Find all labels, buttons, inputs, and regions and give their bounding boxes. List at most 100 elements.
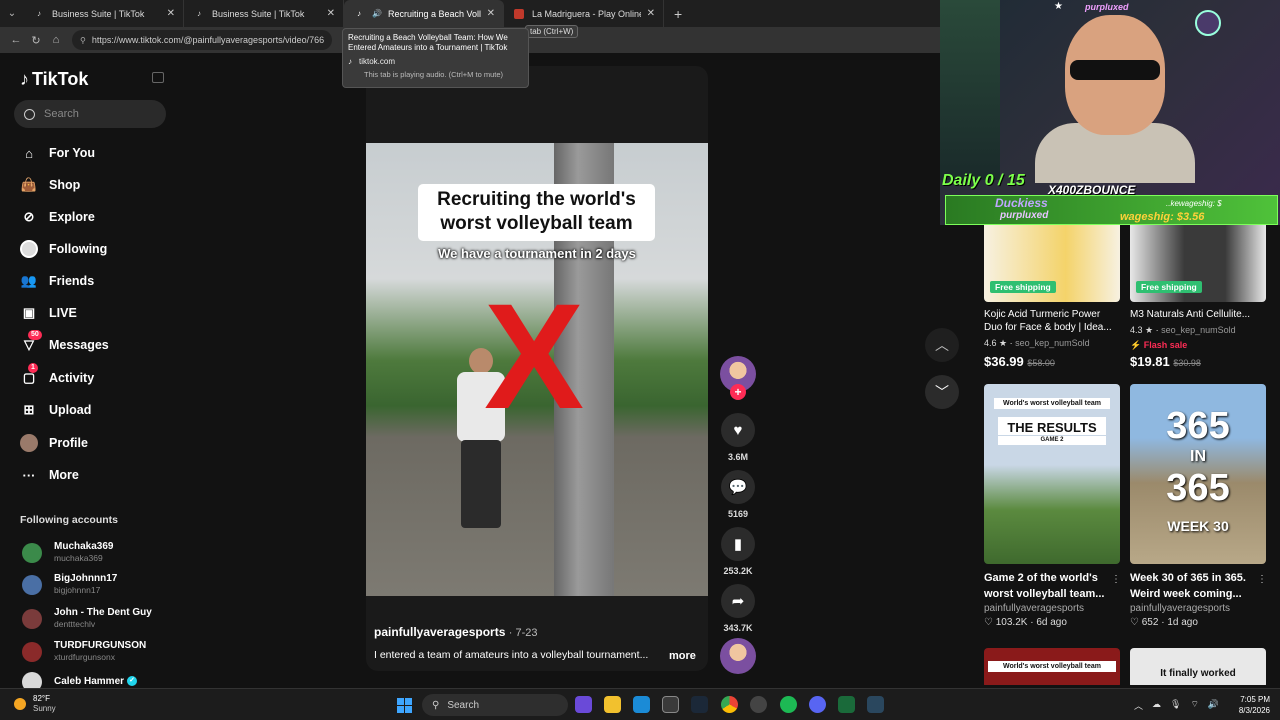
main-feed: X Recruiting the world's worst volleybal… (185, 53, 971, 685)
alert-name-2: purpluxed (1000, 210, 1049, 221)
tab-bar: ⌄ ♪ Business Suite | TikTok ✕ ♪ Business… (0, 0, 940, 27)
next-video-button[interactable]: ﹀ (925, 375, 959, 409)
account-item[interactable]: BigJohnnn17 bigjohnnn17 (22, 573, 117, 596)
nav-more[interactable]: ··· More (20, 465, 79, 485)
temperature: 82°F (33, 694, 50, 703)
tab-la-madriguera[interactable]: La Madriguera - Play Online With ✕ (504, 0, 664, 27)
video-thumbnail[interactable]: It finally worked (1130, 648, 1266, 685)
steam-2-icon[interactable] (867, 696, 884, 713)
alert-amount: wageshig: $3.56 (1120, 211, 1205, 223)
windows-start-icon[interactable] (397, 698, 412, 713)
search-input[interactable]: Search (14, 100, 166, 128)
back-icon[interactable]: ← (6, 34, 26, 46)
sound-avatar[interactable] (720, 638, 756, 674)
site-info-icon[interactable]: ⚲ (80, 36, 86, 45)
product-card[interactable]: Free shipping M3 Naturals Anti Cellulite… (1130, 210, 1266, 369)
account-name: John - The Dent Guy (54, 607, 152, 618)
nav-friends[interactable]: 👥 Friends (20, 271, 94, 291)
close-tab-icon[interactable]: ✕ (327, 8, 335, 19)
comment-icon: 💬 (721, 470, 755, 504)
nav-messages[interactable]: ▽ 50 Messages (20, 330, 109, 355)
new-tab-icon[interactable]: + (674, 6, 682, 22)
tab-list-dropdown-icon[interactable]: ⌄ (0, 8, 24, 19)
obs-icon[interactable] (750, 696, 767, 713)
tab-recruiting-volleyball[interactable]: ♪ 🔊 Recruiting a Beach Volleyball ✕ (344, 0, 504, 27)
xbox-icon[interactable] (838, 696, 855, 713)
search-icon (24, 108, 35, 120)
nav-live[interactable]: ▣ LIVE (20, 303, 77, 323)
video-age: 6d ago (1036, 617, 1067, 628)
nav-profile[interactable]: Profile (20, 433, 88, 453)
home-icon[interactable]: ⌂ (46, 34, 66, 46)
file-explorer-icon[interactable] (604, 696, 621, 713)
hover-card-domain: ♪ tiktok.com (348, 57, 523, 66)
profile-avatar-icon (20, 434, 38, 452)
nav-activity[interactable]: ▢ 1 Activity (20, 363, 94, 388)
share-button[interactable]: ➦ 343.7K (720, 584, 756, 633)
reload-icon[interactable]: ↻ (26, 34, 46, 47)
account-item[interactable]: TURDFURGUNSON xturdfurgunsonx (22, 640, 146, 663)
store-icon[interactable] (662, 696, 679, 713)
taskbar-search[interactable]: ⚲ Search (422, 694, 568, 716)
spotify-icon[interactable] (780, 696, 797, 713)
more-options-icon[interactable]: ⋮ (1257, 574, 1267, 585)
close-hint-text: tab (Ctrl+W) (530, 27, 574, 36)
video-card[interactable]: World's worst volleyball team THE RESULT… (984, 384, 1120, 628)
close-tab-icon[interactable]: ✕ (487, 8, 495, 19)
copilot-icon[interactable] (575, 696, 592, 713)
account-handle: bigjohnnn17 (54, 585, 101, 595)
chevron-up-icon[interactable]: ︿ (1134, 699, 1143, 712)
tab-business-suite-2[interactable]: ♪ Business Suite | TikTok ✕ (184, 0, 344, 27)
clock[interactable]: 7:05 PM 8/3/2026 (1232, 694, 1270, 716)
nav-following[interactable]: Following (20, 239, 107, 259)
video-card[interactable]: 365 IN 365 WEEK 30 Week 30 of 365 in 365… (1130, 384, 1266, 628)
lightning-icon: ⚡ (1130, 340, 1142, 350)
video-author[interactable]: painfullyaveragesports · 7-23 (374, 625, 538, 639)
mic-icon[interactable]: 🎙 (1170, 699, 1181, 712)
nav-label: Upload (49, 403, 92, 417)
chrome-icon[interactable] (721, 696, 738, 713)
more-button[interactable]: more (669, 650, 696, 662)
share-arrow-icon: ➦ (721, 584, 755, 618)
video-title-line1: Recruiting the world's (437, 189, 636, 210)
thumb-title: It finally worked (1160, 668, 1236, 679)
speaker-icon[interactable]: 🔊 (372, 9, 382, 19)
previous-video-button[interactable]: ︿ (925, 328, 959, 362)
tiktok-logo[interactable]: ♪ TikTok (20, 69, 88, 90)
nav-for-you[interactable]: ⌂ For You (20, 143, 95, 163)
audio-note: This tab is playing audio. (Ctrl+M to mu… (364, 70, 504, 79)
nav-explore[interactable]: ⊘ Explore (20, 207, 95, 227)
tab-business-suite-1[interactable]: ♪ Business Suite | TikTok ✕ (24, 0, 184, 27)
account-item[interactable]: Muchaka369 muchaka369 (22, 541, 113, 564)
weather-widget[interactable]: 82°F Sunny (14, 694, 56, 714)
nav-shop[interactable]: 👜 Shop (20, 175, 80, 195)
save-button[interactable]: ▮ 253.2K (720, 527, 756, 576)
comment-button[interactable]: 💬 5169 (720, 470, 756, 519)
nav-upload[interactable]: ⊞ Upload (20, 400, 92, 420)
url-field[interactable]: ⚲ https://www.tiktok.com/@painfullyavera… (72, 30, 332, 50)
like-button[interactable]: ♥ 3.6M (720, 413, 756, 462)
follow-plus-icon[interactable]: + (730, 384, 746, 400)
post-date: 7-23 (515, 627, 538, 639)
activity-icon: ▢ 1 (20, 363, 38, 387)
upload-icon: ⊞ (23, 402, 35, 417)
steam-icon[interactable] (691, 696, 708, 713)
friends-icon: 👥 (20, 273, 38, 288)
edge-icon[interactable] (633, 696, 650, 713)
close-tab-icon[interactable]: ✕ (647, 8, 655, 19)
cloud-icon[interactable]: ☁ (1152, 699, 1161, 712)
chevron-up-icon: ︿ (935, 337, 949, 353)
video-player[interactable]: X Recruiting the world's worst volleybal… (366, 66, 708, 671)
background-shelf (940, 0, 1000, 180)
video-thumbnail[interactable]: World's worst volleyball team (984, 648, 1120, 685)
close-tab-icon[interactable]: ✕ (167, 8, 175, 19)
video-title: Game 2 of the world's worst volleyball t… (984, 572, 1105, 600)
more-options-icon[interactable]: ⋮ (1111, 574, 1121, 585)
taskbar-search-label: Search (447, 699, 480, 711)
product-card[interactable]: Free shipping Kojic Acid Turmeric Power … (984, 210, 1120, 369)
wifi-icon[interactable]: ⌔ (1190, 699, 1198, 712)
volume-icon[interactable]: 🔊 (1208, 699, 1219, 712)
account-item[interactable]: John - The Dent Guy dentttechlv (22, 607, 152, 630)
collapse-sidebar-icon[interactable] (152, 72, 164, 83)
discord-icon[interactable] (809, 696, 826, 713)
